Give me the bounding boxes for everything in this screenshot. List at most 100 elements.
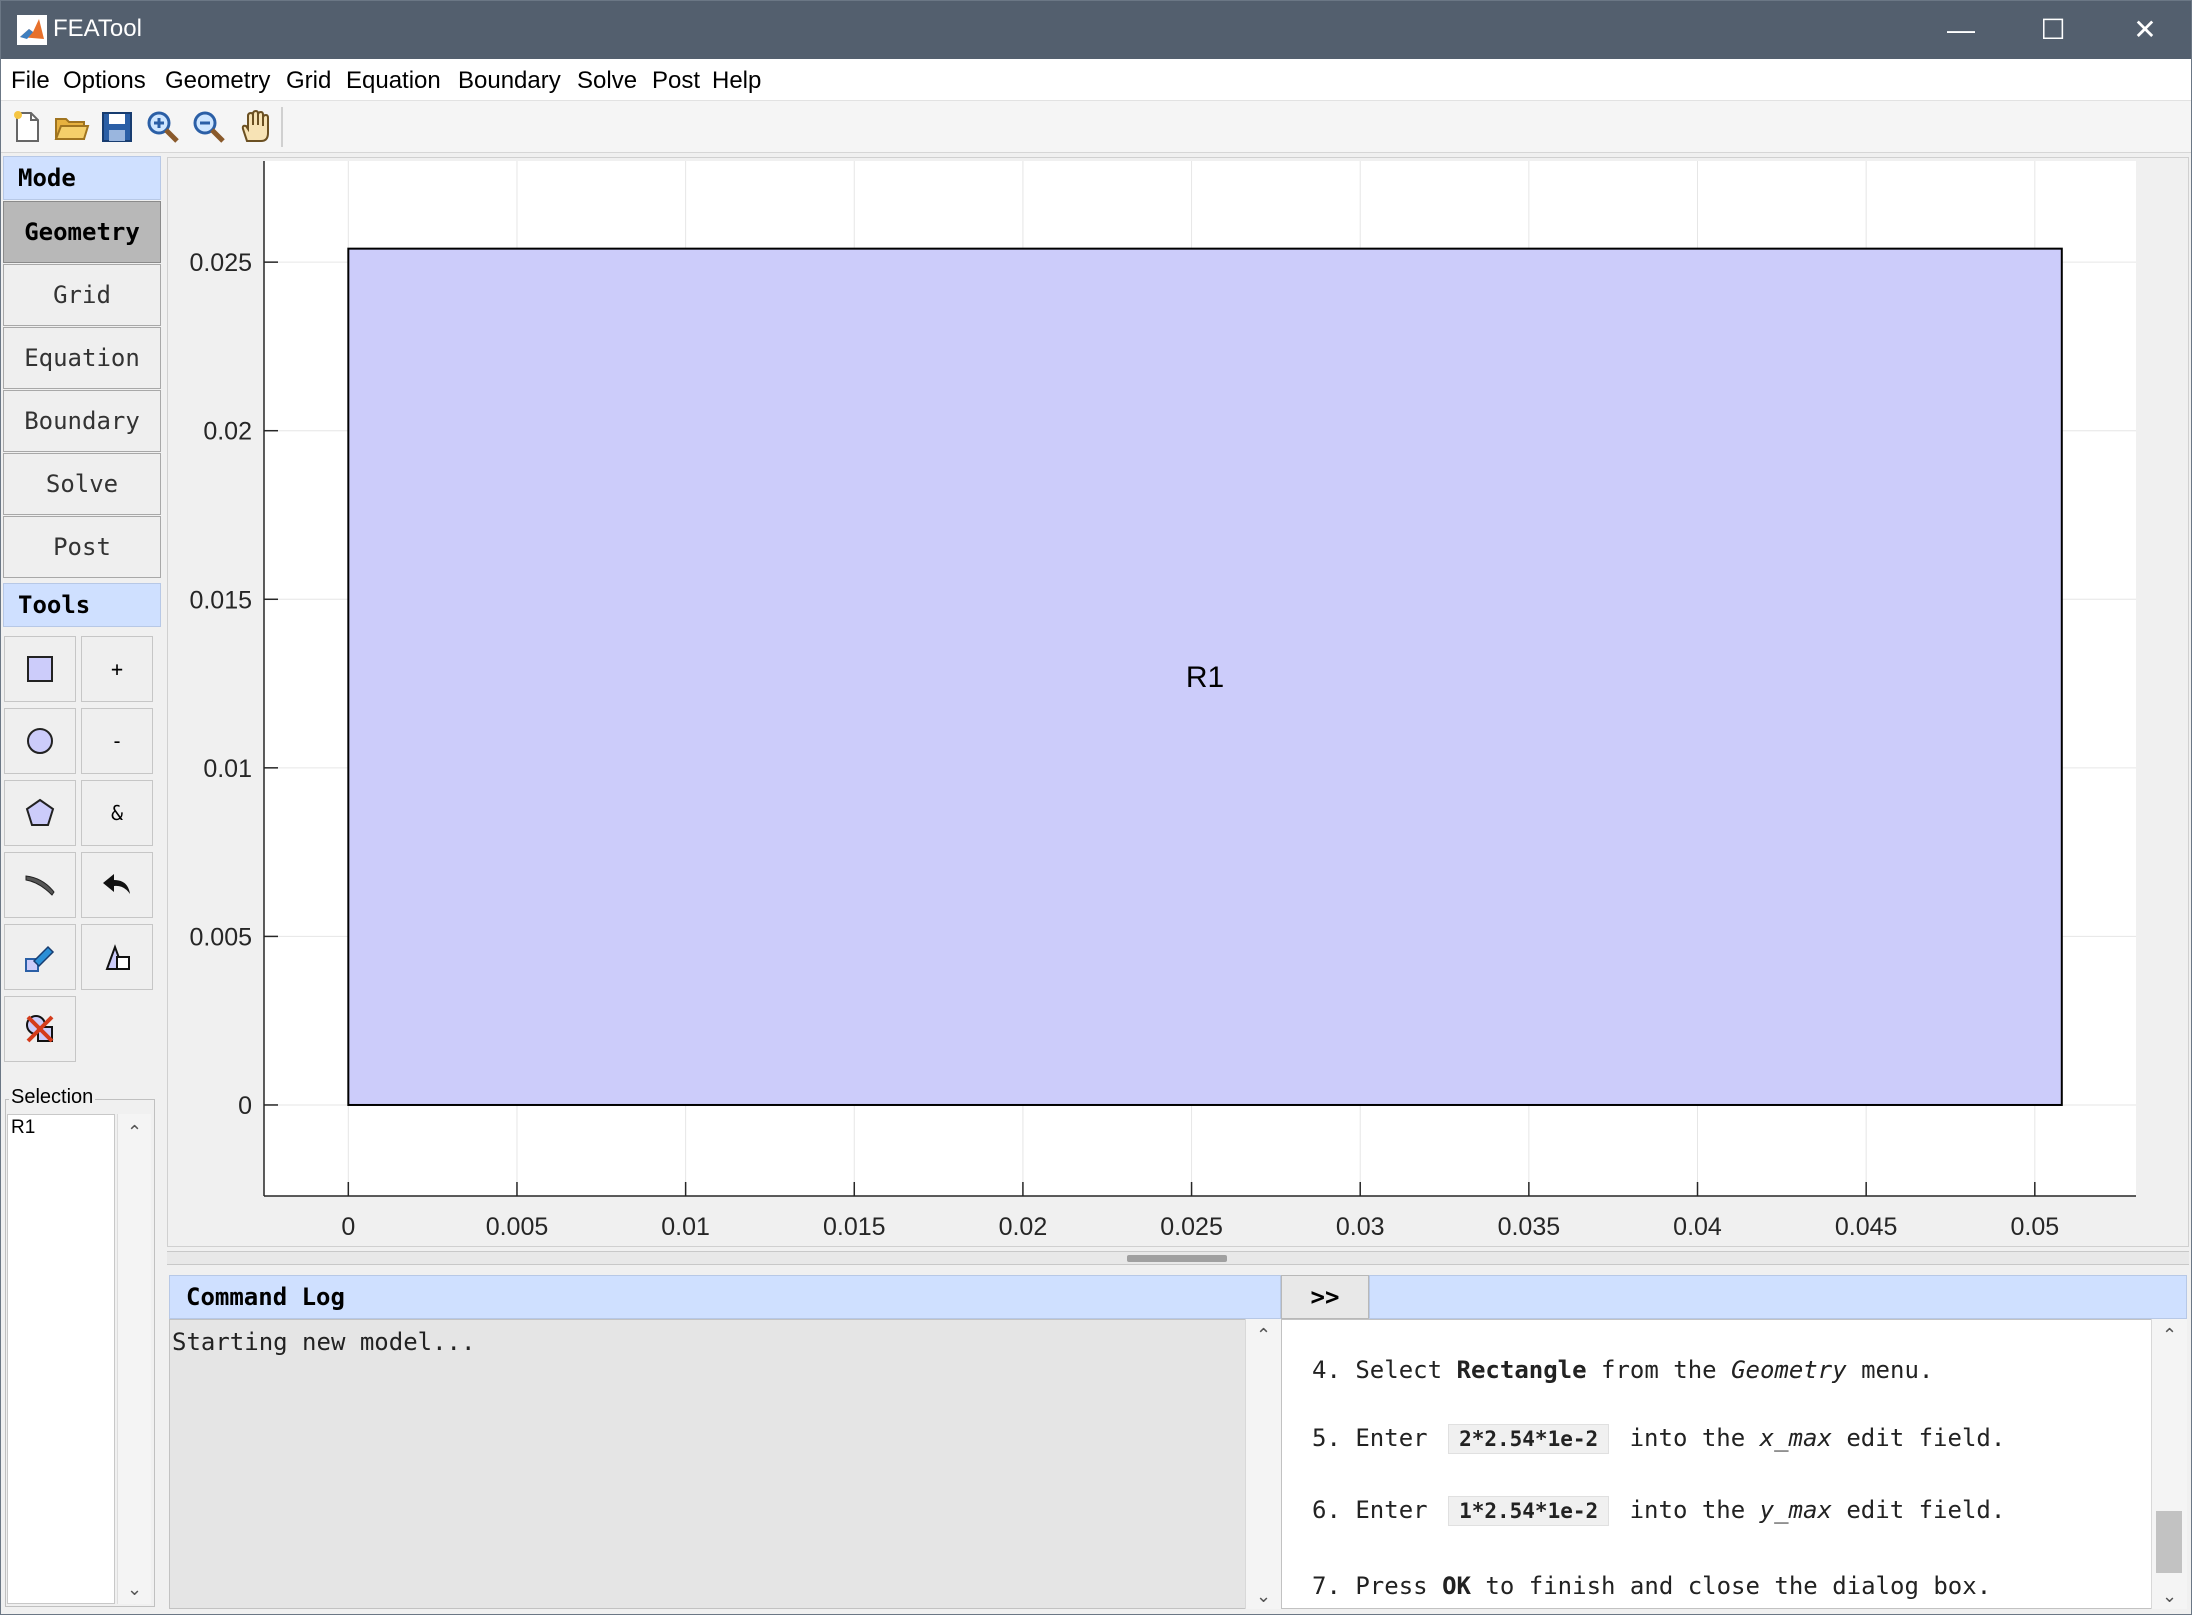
scroll-up-icon[interactable]: ⌃	[2152, 1325, 2187, 1346]
geometry-axes[interactable]: R1 0 0.005 0.01 0.015 0.02 0.025 0.03 0.035 0.04…	[168, 158, 2188, 1246]
menu-grid[interactable]: Grid	[286, 67, 331, 95]
maximize-button[interactable]: ☐	[2007, 1, 2099, 59]
step-number: 6.	[1312, 1496, 1341, 1524]
subtract-button[interactable]: -	[81, 708, 153, 774]
step-italic: Geometry	[1731, 1356, 1847, 1384]
left-panel: Mode Geometry Grid Equation Boundary Sol…	[1, 154, 163, 1614]
menu-boundary[interactable]: Boundary	[458, 67, 561, 95]
transform-object-icon	[105, 944, 130, 970]
menu-options[interactable]: Options	[63, 67, 146, 95]
x-tick-label: 0.035	[1498, 1213, 1561, 1241]
scroll-up-icon[interactable]: ⌃	[1246, 1325, 1281, 1346]
step-text: Enter	[1355, 1424, 1428, 1452]
edit-object-button[interactable]	[4, 924, 76, 990]
scroll-down-icon[interactable]: ⌄	[118, 1579, 151, 1600]
step-text: from the	[1601, 1356, 1717, 1384]
step-text: into the	[1629, 1424, 1746, 1452]
delete-object-button[interactable]	[4, 996, 76, 1062]
tutorial-header	[1369, 1275, 2187, 1319]
line-tool-button[interactable]	[4, 852, 76, 918]
polygon-icon	[25, 798, 55, 826]
step-text: edit field.	[1846, 1424, 2006, 1452]
step-italic: y_max	[1759, 1496, 1832, 1524]
menu-solve[interactable]: Solve	[577, 67, 637, 95]
undo-icon	[103, 874, 130, 894]
new-file-icon[interactable]	[7, 107, 47, 147]
x-tick-label: 0.03	[1336, 1213, 1385, 1241]
y-tick-label: 0.015	[189, 586, 252, 614]
object-label-r1: R1	[1186, 661, 1224, 694]
step-bold: OK	[1442, 1572, 1471, 1600]
tools-header: Tools	[3, 583, 161, 627]
step-text: to finish and close the dialog box.	[1485, 1572, 1992, 1600]
mode-solve-button[interactable]: Solve	[3, 453, 161, 515]
menu-help[interactable]: Help	[712, 67, 761, 95]
rectangle-tool-button[interactable]	[4, 636, 76, 702]
step-text: edit field.	[1846, 1496, 2006, 1524]
y-tick-label: 0.005	[189, 923, 252, 951]
menu-geometry[interactable]: Geometry	[165, 67, 270, 95]
expand-panel-button[interactable]: >>	[1281, 1275, 1369, 1319]
title-bar: FEATool — ☐ ✕	[1, 1, 2191, 59]
tutorial-step-4: 4. Select Rectangle from the Geometry me…	[1312, 1356, 1933, 1384]
polygon-tool-button[interactable]	[4, 780, 76, 846]
x-tick-label: 0.04	[1673, 1213, 1722, 1241]
line-icon	[25, 875, 55, 896]
transform-object-button[interactable]	[81, 924, 153, 990]
minimize-button[interactable]: —	[1915, 1, 2007, 59]
step-text: menu.	[1861, 1356, 1934, 1384]
panel-splitter[interactable]	[167, 1251, 2189, 1265]
geometry-plot-panel[interactable]: R1 0 0.005 0.01 0.015 0.02 0.025 0.03 0.035 0.04…	[167, 157, 2189, 1247]
splitter-grip[interactable]	[1127, 1255, 1227, 1262]
toolbar	[1, 101, 2191, 153]
pan-hand-icon[interactable]	[235, 107, 275, 147]
mode-grid-button[interactable]: Grid	[3, 264, 161, 326]
tutorial-scrollbar[interactable]: ⌃ ⌄	[2151, 1319, 2187, 1609]
intersect-button[interactable]: &	[81, 780, 153, 846]
mode-boundary-button[interactable]: Boundary	[3, 390, 161, 452]
matlab-logo-icon	[17, 15, 47, 45]
selection-scrollbar[interactable]: ⌃ ⌄	[117, 1114, 151, 1604]
scroll-down-icon[interactable]: ⌄	[2152, 1586, 2187, 1607]
mode-post-button[interactable]: Post	[3, 516, 161, 578]
scroll-down-icon[interactable]: ⌄	[1246, 1586, 1281, 1607]
delete-object-icon	[26, 1015, 54, 1043]
menu-file[interactable]: File	[11, 67, 50, 95]
undo-button[interactable]	[81, 852, 153, 918]
x-tick-label: 0.005	[486, 1213, 549, 1241]
close-button[interactable]: ✕	[2099, 1, 2191, 59]
intersect-label: &	[110, 801, 124, 825]
zoom-in-icon[interactable]	[143, 107, 183, 147]
mode-geometry-button[interactable]: Geometry	[3, 201, 161, 263]
window-title: FEATool	[53, 15, 142, 42]
save-icon[interactable]	[97, 107, 137, 147]
command-log-line: Starting new model...	[172, 1328, 476, 1356]
selection-list[interactable]: R1	[7, 1114, 115, 1604]
menu-equation[interactable]: Equation	[346, 67, 441, 95]
command-log-scrollbar[interactable]: ⌃ ⌄	[1245, 1319, 1281, 1609]
union-button[interactable]: +	[81, 636, 153, 702]
featool-window: FEATool — ☐ ✕ File Options Geometry Grid…	[0, 0, 2192, 1615]
mode-header: Mode	[3, 156, 161, 200]
circle-tool-button[interactable]	[4, 708, 76, 774]
tutorial-panel[interactable]: 4. Select Rectangle from the Geometry me…	[1281, 1319, 2187, 1609]
mode-equation-button[interactable]: Equation	[3, 327, 161, 389]
step-italic: x_max	[1759, 1424, 1832, 1452]
selection-item[interactable]: R1	[11, 1117, 111, 1139]
zoom-out-icon[interactable]	[189, 107, 229, 147]
step-text: Press	[1355, 1572, 1428, 1600]
y-tick-label: 0.02	[203, 418, 252, 446]
y-tick-label: 0.01	[203, 755, 252, 783]
scroll-up-icon[interactable]: ⌃	[118, 1122, 151, 1143]
scrollbar-thumb[interactable]	[2156, 1511, 2182, 1573]
toolbar-separator	[281, 107, 283, 147]
x-tick-label: 0.015	[823, 1213, 886, 1241]
open-folder-icon[interactable]	[51, 107, 91, 147]
x-tick-label: 0.045	[1835, 1213, 1898, 1241]
union-label: +	[110, 657, 124, 681]
command-log-text[interactable]: Starting new model...	[169, 1319, 1281, 1609]
circle-icon	[27, 728, 53, 754]
step-text: Enter	[1355, 1496, 1428, 1524]
menu-bar: File Options Geometry Grid Equation Boun…	[1, 59, 2191, 101]
menu-post[interactable]: Post	[652, 67, 700, 95]
